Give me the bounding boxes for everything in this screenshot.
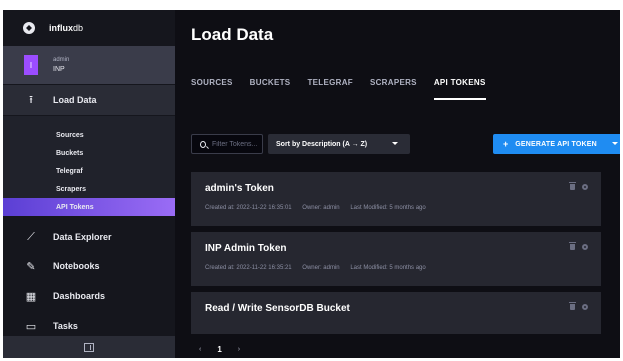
upload-icon: ⭱: [29, 93, 33, 106]
brand[interactable]: influxdb: [3, 10, 175, 46]
pagination: ‹ 1 ›: [199, 345, 240, 354]
brand-name: influxdb: [49, 23, 84, 33]
token-card[interactable]: INP Admin Token Created at: 2022-11-22 1…: [191, 232, 601, 286]
token-modified: Last Modified: 5 months ago: [350, 205, 426, 211]
sidebar-item-label: Dashboards: [53, 291, 106, 301]
sort-dropdown[interactable]: Sort by Description (A → Z): [268, 134, 410, 154]
collapse-icon: [84, 342, 94, 352]
load-data-submenu: Sources Buckets Telegraf Scrapers API To…: [3, 116, 175, 216]
generate-button-label: GENERATE API TOKEN: [515, 140, 597, 148]
tab-bar: SOURCES BUCKETS TELEGRAF SCRAPERS API TO…: [191, 78, 503, 100]
token-actions: [569, 302, 588, 310]
user-info: admin INP: [53, 56, 69, 74]
submenu-item-buckets[interactable]: Buckets: [3, 144, 175, 162]
chevron-down-icon: [612, 142, 618, 145]
gear-icon[interactable]: [582, 184, 588, 190]
token-toolbar: Sort by Description (A → Z) + GENERATE A…: [191, 134, 620, 154]
calendar-icon: ▭: [25, 320, 37, 333]
sidebar-item-notebooks[interactable]: ✎ Notebooks: [3, 251, 175, 281]
sidebar-item-label: Load Data: [53, 95, 97, 105]
token-name[interactable]: INP Admin Token: [205, 243, 287, 254]
plus-icon: +: [503, 139, 509, 149]
token-created: Created at: 2022-11-22 16:35:21: [205, 265, 292, 271]
user-name: admin: [53, 57, 70, 63]
current-page[interactable]: 1: [217, 345, 221, 354]
user-org-switcher[interactable]: I admin INP: [3, 46, 175, 84]
pen-icon: ✎: [26, 260, 36, 273]
dashboard-icon: ▦: [25, 290, 37, 303]
submenu-item-scrapers[interactable]: Scrapers: [3, 180, 175, 198]
trash-icon[interactable]: [569, 302, 576, 310]
tab-buckets[interactable]: BUCKETS: [250, 78, 291, 100]
chevron-down-icon: [392, 142, 398, 145]
trash-icon[interactable]: [569, 242, 576, 250]
filter-tokens-input[interactable]: [212, 140, 262, 148]
token-owner: Owner: admin: [302, 205, 340, 211]
app-window: influxdb I admin INP ⭱ Load Data Sources…: [3, 10, 620, 358]
token-modified: Last Modified: 5 months ago: [350, 265, 426, 271]
token-card[interactable]: admin's Token Created at: 2022-11-22 16:…: [191, 172, 601, 226]
token-meta: Created at: 2022-11-22 16:35:01 Owner: a…: [205, 205, 435, 211]
sidebar-item-load-data[interactable]: ⭱ Load Data: [3, 85, 175, 115]
sidebar-item-label: Notebooks: [53, 261, 100, 271]
gear-icon[interactable]: [582, 244, 588, 250]
influxdb-logo-icon: [23, 22, 35, 34]
org-name: INP: [53, 66, 65, 73]
token-owner: Owner: admin: [302, 265, 340, 271]
tab-sources[interactable]: SOURCES: [191, 78, 233, 100]
next-page-button[interactable]: ›: [238, 346, 240, 353]
submenu-item-sources[interactable]: Sources: [3, 126, 175, 144]
sidebar-item-data-explorer[interactable]: ⟋ Data Explorer: [3, 222, 175, 252]
token-name[interactable]: Read / Write SensorDB Bucket: [205, 303, 350, 314]
token-actions: [569, 182, 588, 190]
gear-icon[interactable]: [582, 304, 588, 310]
token-meta: Created at: 2022-11-22 16:35:21 Owner: a…: [205, 265, 435, 271]
sidebar-item-label: Data Explorer: [53, 232, 112, 242]
sidebar-item-dashboards[interactable]: ▦ Dashboards: [3, 281, 175, 311]
token-created: Created at: 2022-11-22 16:35:01: [205, 205, 292, 211]
submenu-item-api-tokens[interactable]: API Tokens: [3, 198, 175, 216]
search-icon: [200, 140, 206, 148]
trash-icon[interactable]: [569, 182, 576, 190]
collapse-sidebar-button[interactable]: [3, 336, 175, 358]
token-name[interactable]: admin's Token: [205, 183, 274, 194]
token-card[interactable]: Read / Write SensorDB Bucket: [191, 292, 601, 334]
main-content: Load Data SOURCES BUCKETS TELEGRAF SCRAP…: [175, 10, 620, 358]
filter-tokens-field[interactable]: [191, 134, 263, 154]
page-title: Load Data: [191, 25, 274, 44]
tab-api-tokens[interactable]: API TOKENS: [433, 78, 486, 100]
sidebar: influxdb I admin INP ⭱ Load Data Sources…: [3, 10, 175, 358]
token-actions: [569, 242, 588, 250]
chart-icon: ⟋: [27, 230, 35, 243]
sidebar-item-label: Tasks: [53, 321, 78, 331]
tab-scrapers[interactable]: SCRAPERS: [370, 78, 417, 100]
sort-label: Sort by Description (A → Z): [276, 140, 368, 148]
tab-telegraf[interactable]: TELEGRAF: [307, 78, 353, 100]
generate-api-token-button[interactable]: + GENERATE API TOKEN: [493, 134, 620, 154]
avatar: I: [24, 55, 38, 75]
submenu-item-telegraf[interactable]: Telegraf: [3, 162, 175, 180]
prev-page-button[interactable]: ‹: [199, 346, 201, 353]
